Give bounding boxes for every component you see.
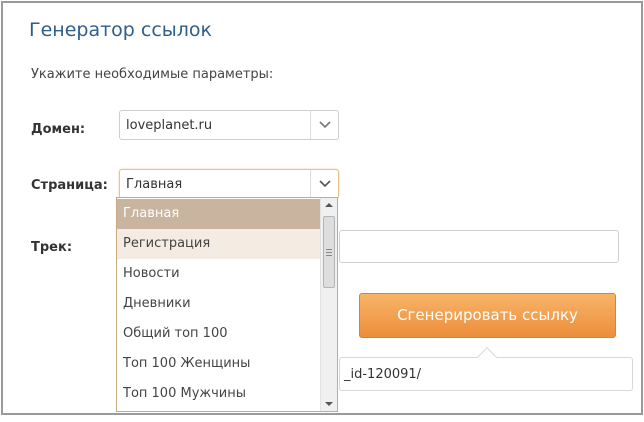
dropdown-item-diaries[interactable]: Дневники xyxy=(117,289,321,319)
dropdown-item-top100-all[interactable]: Общий топ 100 xyxy=(117,319,321,349)
scrollbar-thumb[interactable] xyxy=(323,216,335,288)
generate-link-button[interactable]: Сгенерировать ссылку xyxy=(359,293,616,338)
page-label: Страница: xyxy=(31,178,108,193)
grip-line xyxy=(326,249,332,250)
dropdown-item-news[interactable]: Новости xyxy=(117,259,321,289)
track-input[interactable] xyxy=(339,230,619,263)
dropdown-item-registration[interactable]: Регистрация xyxy=(117,229,321,259)
page-select[interactable]: Главная xyxy=(119,169,339,199)
page-select-arrow[interactable] xyxy=(310,170,338,198)
dropdown-item-top100-women[interactable]: Топ 100 Женщины xyxy=(117,349,321,379)
dropdown-item-top100-men[interactable]: Топ 100 Мужчины xyxy=(117,379,321,409)
scroll-up-icon[interactable] xyxy=(325,203,333,207)
grip-line xyxy=(326,255,332,256)
domain-select[interactable]: loveplanet.ru xyxy=(119,110,339,140)
scroll-down-icon[interactable] xyxy=(325,402,333,406)
page-title: Генератор ссылок xyxy=(29,19,213,41)
instructions-text: Укажите необходимые параметры: xyxy=(31,67,274,82)
result-link-text: _id-120091/ xyxy=(344,367,422,382)
chevron-down-icon xyxy=(319,121,331,129)
domain-select-arrow[interactable] xyxy=(310,111,338,139)
grip-line xyxy=(326,252,332,253)
result-pointer xyxy=(477,347,497,367)
domain-select-value: loveplanet.ru xyxy=(126,118,213,133)
track-label: Трек: xyxy=(31,240,73,255)
dropdown-scrollbar[interactable] xyxy=(320,198,337,411)
page-dropdown-list[interactable]: Главная Регистрация Новости Дневники Общ… xyxy=(116,197,338,412)
dropdown-item-main[interactable]: Главная xyxy=(117,199,321,229)
result-link-box[interactable]: _id-120091/ xyxy=(339,347,633,391)
domain-label: Домен: xyxy=(31,122,86,137)
page-select-value: Главная xyxy=(126,177,183,192)
chevron-down-icon xyxy=(319,180,331,188)
